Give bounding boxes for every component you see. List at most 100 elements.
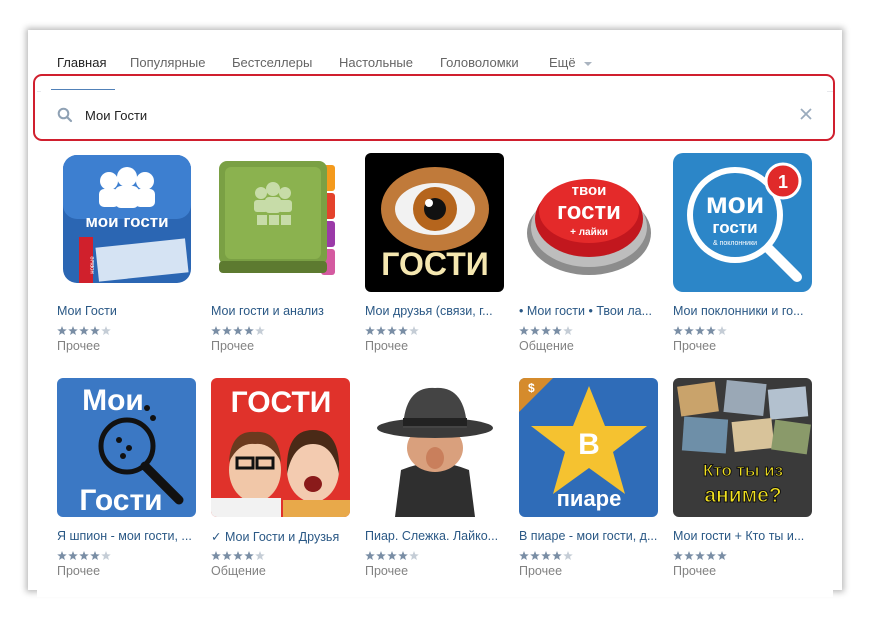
app-icon-text: гости (557, 198, 621, 225)
tab-bestsellers[interactable]: Бестселлеры (232, 55, 312, 70)
rating-stars-graphic (365, 551, 419, 561)
star-icon (79, 551, 89, 561)
star-icon (552, 326, 562, 336)
search-highlight-frame (33, 74, 835, 141)
app-category: Прочее (673, 339, 717, 353)
rating-stars (673, 548, 729, 561)
app-icon: Кто ты из аниме? (673, 378, 812, 517)
star-icon (68, 326, 78, 336)
star-icon (695, 551, 705, 561)
star-icon (519, 326, 529, 336)
star-icon (376, 326, 386, 336)
app-icon-text: В (578, 428, 600, 461)
app-title[interactable]: ✓ Мои Гости и Друзья (211, 529, 351, 544)
star-icon (365, 326, 375, 336)
app-category: Прочее (211, 339, 255, 353)
star-icon (541, 551, 551, 561)
app-title[interactable]: Мои гости и анализ (211, 304, 351, 318)
app-title[interactable]: • Мои гости • Твои ла... (519, 304, 659, 318)
app-icon-text: Гости (79, 484, 162, 517)
app-icon: $ В пиаре (519, 378, 658, 517)
rating-stars-graphic (519, 551, 573, 561)
app-icon-text: + лайки (570, 227, 608, 238)
app-icon: Мои Гости (57, 378, 196, 517)
star-icon (68, 551, 78, 561)
chevron-down-icon (583, 61, 592, 66)
rating-stars-graphic (519, 326, 573, 336)
app-icon (365, 378, 504, 517)
app-category: Прочее (673, 564, 717, 578)
rating-stars (211, 548, 267, 561)
star-icon (398, 326, 408, 336)
star-icon (244, 551, 254, 561)
app-title[interactable]: В пиаре - мои гости, д... (519, 529, 659, 543)
star-icon (673, 326, 683, 336)
app-category: Прочее (365, 564, 409, 578)
star-icon (244, 326, 254, 336)
app-icon-text: & поклонники (713, 240, 757, 247)
app-icon: мои гости новые (57, 153, 196, 292)
star-icon (57, 551, 67, 561)
app-icon-badge: новые (90, 256, 96, 274)
star-icon (376, 551, 386, 561)
star-icon (398, 551, 408, 561)
star-icon (101, 551, 111, 561)
star-icon (211, 551, 221, 561)
tab-more[interactable]: Ещё (549, 55, 592, 70)
app-icon-text: мои гости (85, 212, 168, 231)
app-icon-text: Кто ты из (703, 461, 783, 480)
app-category: Общение (519, 339, 574, 353)
star-icon (563, 326, 573, 336)
app-icon: твои гости + лайки (519, 153, 658, 292)
star-icon (541, 326, 551, 336)
star-icon (706, 326, 716, 336)
star-icon (233, 551, 243, 561)
tab-popular[interactable]: Популярные (130, 55, 205, 70)
app-icon-text: твои (572, 182, 607, 199)
tab-board-games[interactable]: Настольные (339, 55, 413, 70)
app-title[interactable]: Мои гости + Кто ты и... (673, 529, 813, 543)
star-icon (530, 551, 540, 561)
tab-puzzles[interactable]: Головоломки (440, 55, 519, 70)
rating-stars-graphic (211, 551, 265, 561)
app-icon-text: аниме? (704, 484, 781, 507)
star-icon (552, 551, 562, 561)
app-title[interactable]: Мои Гости (57, 304, 197, 318)
rating-stars-graphic (673, 551, 727, 561)
star-icon (409, 326, 419, 336)
star-icon (90, 326, 100, 336)
dollar-icon: $ (528, 381, 535, 395)
app-title[interactable]: Я шпион - мои гости, ... (57, 529, 197, 543)
tab-main[interactable]: Главная (57, 55, 106, 70)
app-category: Общение (211, 564, 266, 578)
star-icon (222, 326, 232, 336)
app-category: Прочее (57, 564, 101, 578)
rating-stars (211, 323, 267, 336)
notification-badge: 1 (778, 172, 788, 192)
tab-more-label: Ещё (549, 55, 576, 70)
rating-stars (57, 323, 113, 336)
star-icon (519, 551, 529, 561)
star-icon (387, 326, 397, 336)
app-icon-text: пиаре (557, 486, 622, 511)
app-category: Прочее (57, 339, 101, 353)
star-icon (255, 326, 265, 336)
rating-stars-graphic (673, 326, 727, 336)
star-icon (717, 326, 727, 336)
app-icon: ГОСТИ (211, 378, 350, 517)
star-icon (409, 551, 419, 561)
star-icon (255, 551, 265, 561)
rating-stars-graphic (365, 326, 419, 336)
app-title[interactable]: Мои поклонники и го... (673, 304, 813, 318)
star-icon (530, 326, 540, 336)
star-icon (717, 551, 727, 561)
star-icon (90, 551, 100, 561)
star-icon (563, 551, 573, 561)
star-icon (387, 551, 397, 561)
star-icon (673, 551, 683, 561)
star-icon (101, 326, 111, 336)
star-icon (79, 326, 89, 336)
app-title[interactable]: Пиар. Слежка. Лайко... (365, 529, 505, 543)
app-icon-text: Мои (82, 384, 144, 417)
app-title[interactable]: Мои друзья (связи, г... (365, 304, 505, 318)
